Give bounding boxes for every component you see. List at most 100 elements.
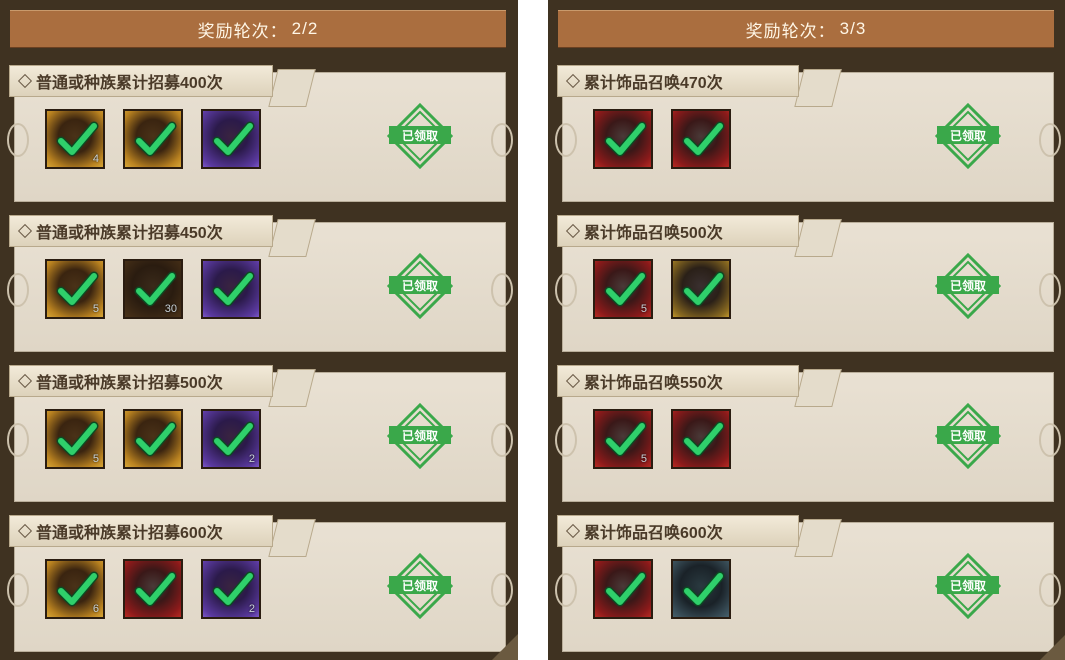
claimed-stamp: 已领取 bbox=[386, 402, 454, 470]
claimed-stamp: 已领取 bbox=[934, 402, 1002, 470]
reward-round-header: 奖励轮次： 3/3 bbox=[558, 10, 1054, 48]
task-title: 普通或种族累计招募500次 bbox=[36, 375, 223, 392]
item-count: 2 bbox=[248, 603, 255, 615]
task-title-ribbon: 累计饰品召唤470次 bbox=[557, 65, 799, 97]
claimed-check-icon bbox=[133, 567, 177, 611]
task-card: 累计饰品召唤500次 5 已领取 bbox=[555, 215, 1061, 352]
ribbon-tail bbox=[794, 519, 842, 557]
ribbon-tail bbox=[268, 69, 316, 107]
claimed-stamp: 已领取 bbox=[386, 552, 454, 620]
reward-item-hero-shard-icon[interactable]: 6 bbox=[45, 559, 105, 619]
claimed-check-icon bbox=[603, 567, 647, 611]
diamond-bullet-icon bbox=[17, 73, 33, 89]
reward-item-hero-shard-icon[interactable] bbox=[123, 109, 183, 169]
task-title: 累计饰品召唤470次 bbox=[584, 75, 723, 92]
item-count: 2 bbox=[248, 453, 255, 465]
reward-item-orb-icon[interactable] bbox=[123, 409, 183, 469]
claimed-label: 已领取 bbox=[401, 578, 438, 593]
claimed-check-icon bbox=[133, 117, 177, 161]
task-title: 累计饰品召唤600次 bbox=[584, 525, 723, 542]
reward-round-header: 奖励轮次： 2/2 bbox=[10, 10, 506, 48]
reward-item-armor-icon[interactable] bbox=[671, 559, 731, 619]
task-title-ribbon: 累计饰品召唤600次 bbox=[557, 515, 799, 547]
diamond-bullet-icon bbox=[17, 223, 33, 239]
item-count: 6 bbox=[92, 603, 99, 615]
corner-ornament-icon bbox=[492, 634, 518, 660]
task-title-ribbon: 普通或种族累计招募500次 bbox=[9, 365, 273, 397]
task-card: 普通或种族累计招募600次 6 2 已领取 bbox=[7, 515, 513, 652]
task-title-ribbon: 累计饰品召唤550次 bbox=[557, 365, 799, 397]
task-title: 普通或种族累计招募600次 bbox=[36, 525, 223, 542]
reward-item-hero-shard-icon[interactable] bbox=[201, 109, 261, 169]
reward-item-hero-shard-icon[interactable]: 5 bbox=[45, 409, 105, 469]
ribbon-tail bbox=[268, 219, 316, 257]
item-count: 5 bbox=[640, 453, 647, 465]
diamond-bullet-icon bbox=[17, 373, 33, 389]
reward-round-label: 奖励轮次： bbox=[197, 21, 288, 41]
reward-panel-recruit: 奖励轮次： 2/2 普通或种族累计招募400次 4 已领取 普通或种族累计招募450次 5 3… bbox=[0, 0, 518, 660]
reward-item-hero-shard-icon[interactable]: 5 bbox=[45, 259, 105, 319]
task-title-ribbon: 普通或种族累计招募450次 bbox=[9, 215, 273, 247]
task-card: 普通或种族累计招募500次 5 2 已领取 bbox=[7, 365, 513, 502]
reward-item-hero-shard-icon[interactable] bbox=[123, 559, 183, 619]
ribbon-tail bbox=[794, 69, 842, 107]
reward-item-armor-icon[interactable] bbox=[671, 409, 731, 469]
reward-round-label: 奖励轮次： bbox=[745, 21, 836, 41]
reward-round-value: 3/3 bbox=[839, 19, 867, 38]
reward-items bbox=[593, 109, 731, 169]
ribbon-tail bbox=[794, 369, 842, 407]
claimed-label: 已领取 bbox=[949, 128, 986, 143]
task-title: 累计饰品召唤500次 bbox=[584, 225, 723, 242]
reward-item-armor-icon[interactable]: 5 bbox=[593, 409, 653, 469]
claimed-label: 已领取 bbox=[949, 278, 986, 293]
reward-items: 5 30 bbox=[45, 259, 261, 319]
reward-round-value: 2/2 bbox=[291, 19, 319, 38]
task-title-ribbon: 累计饰品召唤500次 bbox=[557, 215, 799, 247]
reward-item-armor-icon[interactable] bbox=[671, 109, 731, 169]
diamond-bullet-icon bbox=[17, 523, 33, 539]
claimed-check-icon bbox=[681, 417, 725, 461]
reward-items: 52 bbox=[45, 409, 261, 469]
reward-item-hero-shard-icon[interactable]: 2 bbox=[201, 559, 261, 619]
claimed-label: 已领取 bbox=[949, 428, 986, 443]
claimed-check-icon bbox=[211, 117, 255, 161]
task-title: 普通或种族累计招募450次 bbox=[36, 225, 223, 242]
claimed-check-icon bbox=[133, 417, 177, 461]
ribbon-tail bbox=[794, 219, 842, 257]
claimed-label: 已领取 bbox=[401, 128, 438, 143]
reward-item-hero-shard-icon[interactable]: 30 bbox=[123, 259, 183, 319]
task-card: 累计饰品召唤470次已领取 bbox=[555, 65, 1061, 202]
reward-item-hero-shard-icon[interactable]: 2 bbox=[201, 409, 261, 469]
claimed-label: 已领取 bbox=[949, 578, 986, 593]
reward-item-hero-shard-icon[interactable] bbox=[201, 259, 261, 319]
reward-item-armor-icon[interactable] bbox=[671, 259, 731, 319]
diamond-bullet-icon bbox=[565, 223, 581, 239]
claimed-stamp: 已领取 bbox=[386, 102, 454, 170]
ribbon-tail bbox=[268, 519, 316, 557]
reward-item-hero-shard-icon[interactable]: 4 bbox=[45, 109, 105, 169]
task-card: 累计饰品召唤550次 5 已领取 bbox=[555, 365, 1061, 502]
reward-item-armor-icon[interactable]: 5 bbox=[593, 259, 653, 319]
task-title: 累计饰品召唤550次 bbox=[584, 375, 723, 392]
reward-items bbox=[593, 559, 731, 619]
reward-items: 5 bbox=[593, 259, 731, 319]
reward-item-armor-icon[interactable] bbox=[593, 559, 653, 619]
reward-item-armor-icon[interactable] bbox=[593, 109, 653, 169]
task-title-ribbon: 普通或种族累计招募400次 bbox=[9, 65, 273, 97]
claimed-check-icon bbox=[681, 267, 725, 311]
reward-items: 5 bbox=[593, 409, 731, 469]
task-title: 普通或种族累计招募400次 bbox=[36, 75, 223, 92]
reward-items: 62 bbox=[45, 559, 261, 619]
claimed-stamp: 已领取 bbox=[386, 252, 454, 320]
task-card: 普通或种族累计招募450次 5 30 已领取 bbox=[7, 215, 513, 352]
item-count: 4 bbox=[92, 153, 99, 165]
reward-panel-accessory: 奖励轮次： 3/3 累计饰品召唤470次 已领取 累计饰品召唤500次 5 已领取 累计饰品召… bbox=[548, 0, 1065, 660]
item-count: 30 bbox=[164, 303, 177, 315]
claimed-check-icon bbox=[603, 117, 647, 161]
claimed-check-icon bbox=[211, 267, 255, 311]
task-card: 普通或种族累计招募400次 4 已领取 bbox=[7, 65, 513, 202]
diamond-bullet-icon bbox=[565, 373, 581, 389]
claimed-check-icon bbox=[681, 567, 725, 611]
diamond-bullet-icon bbox=[565, 73, 581, 89]
claimed-stamp: 已领取 bbox=[934, 102, 1002, 170]
